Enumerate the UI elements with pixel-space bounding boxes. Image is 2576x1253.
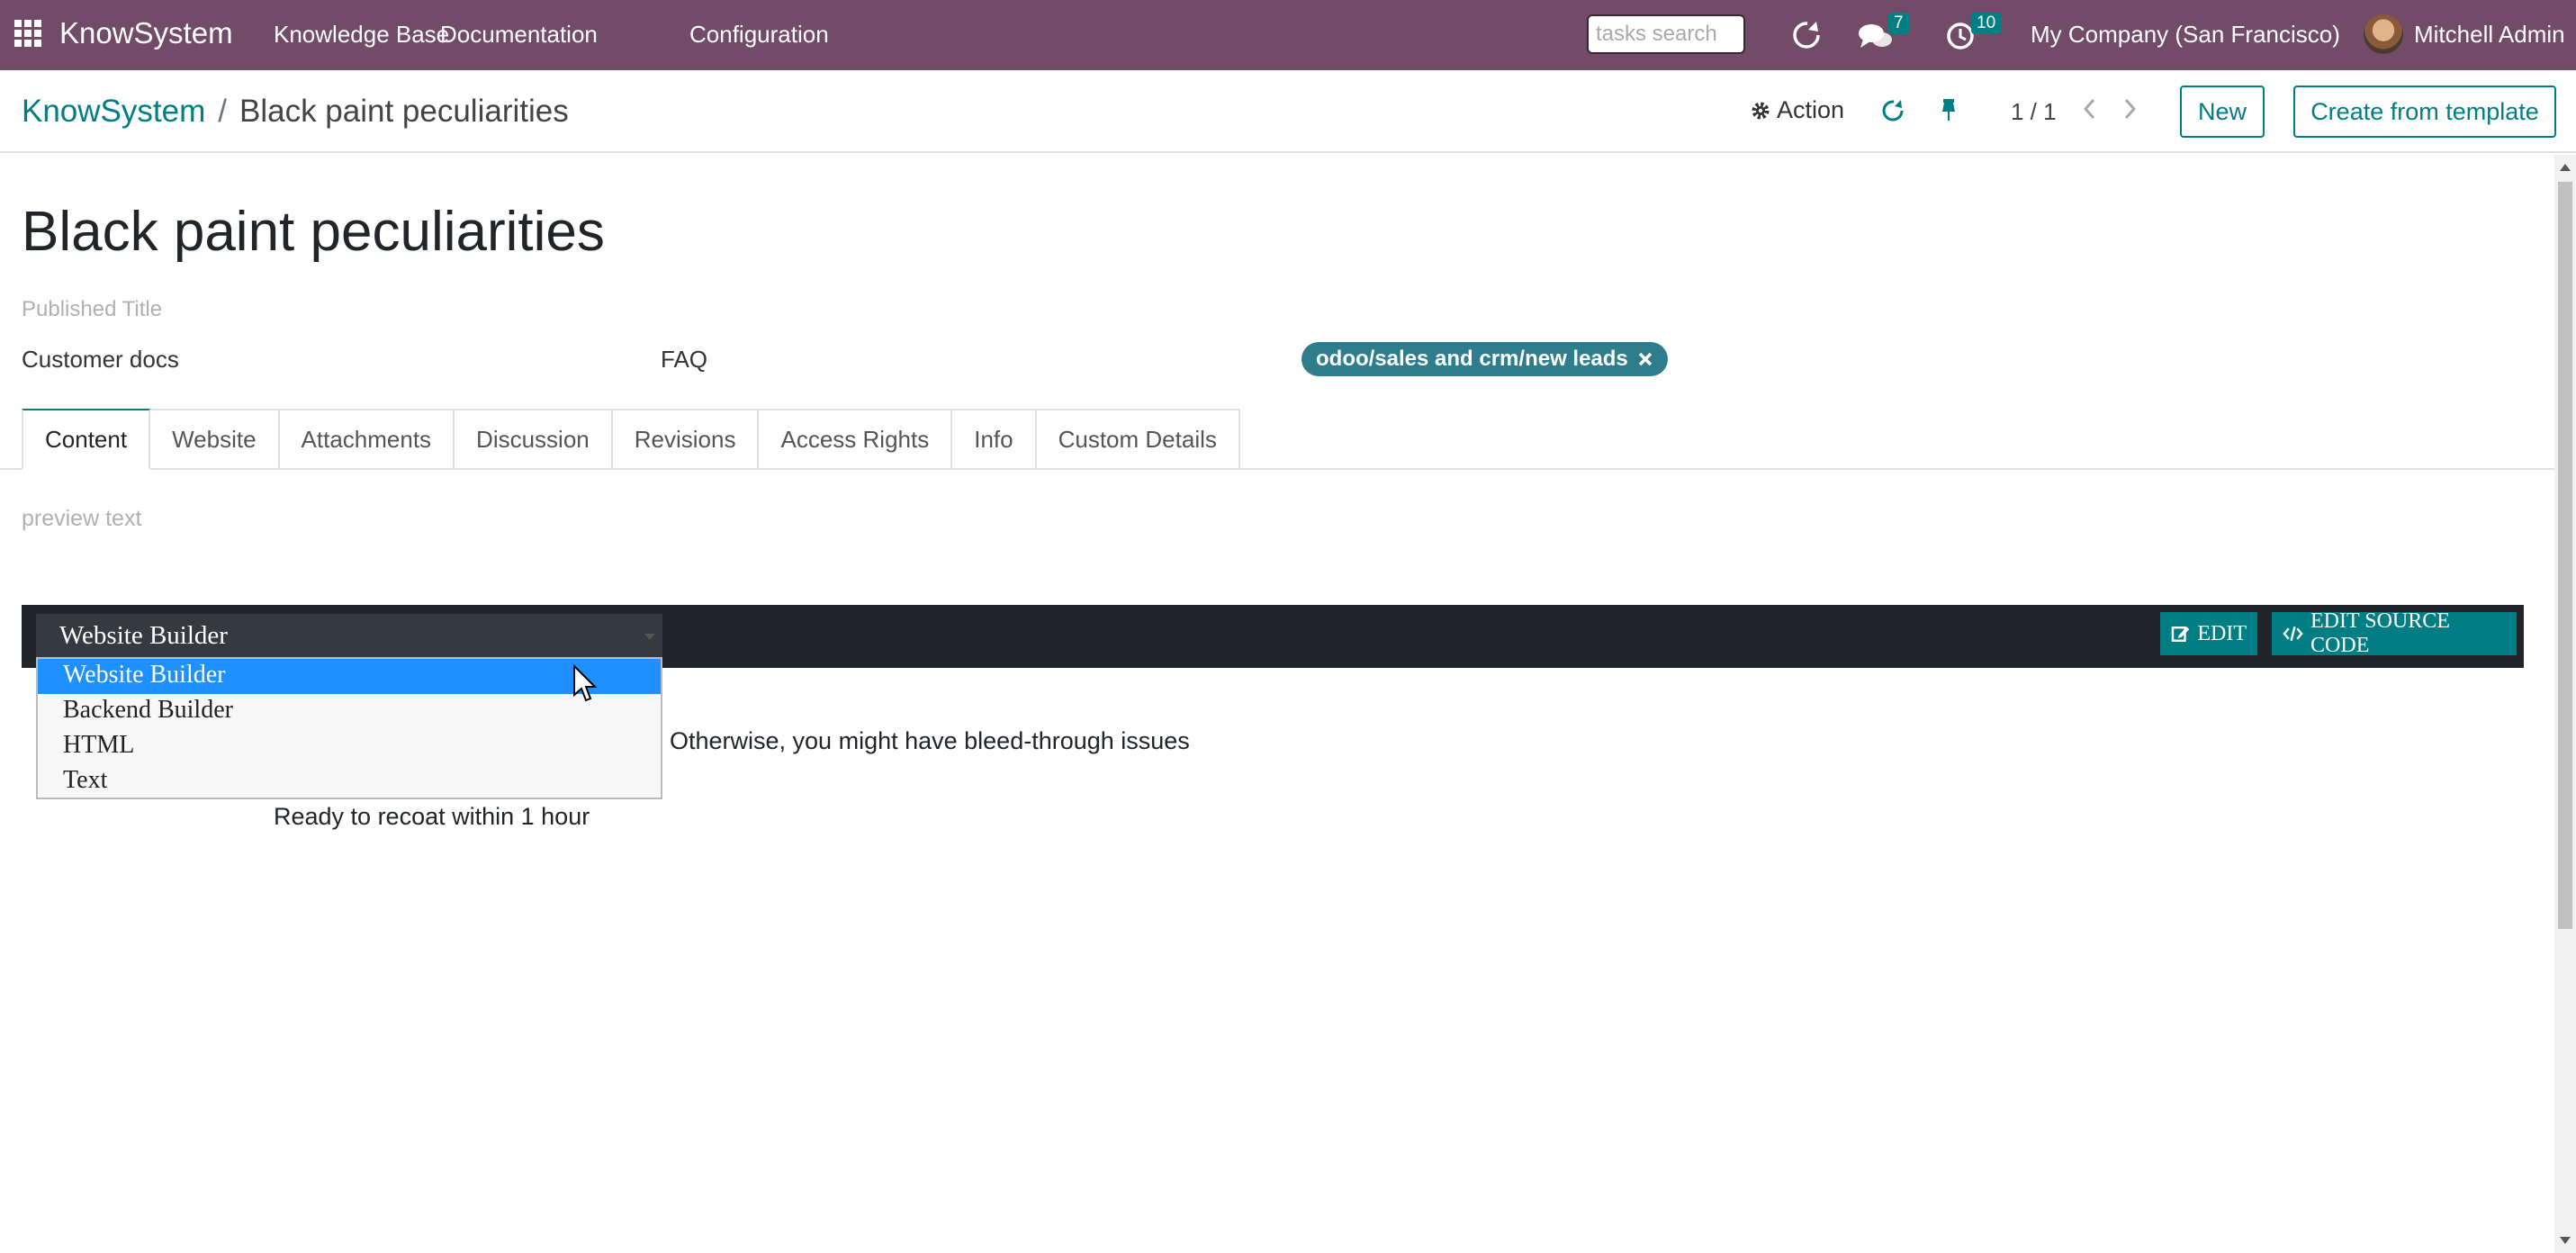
top-navbar: KnowSystem Knowledge Base Documentation …	[0, 0, 2576, 70]
breadcrumb: KnowSystem / Black paint peculiarities	[22, 94, 569, 130]
edit-source-label: EDIT SOURCE CODE	[2310, 609, 2450, 657]
user-avatar[interactable]	[2364, 14, 2403, 54]
activities-badge: 10	[1971, 13, 2002, 34]
content-text-line: Otherwise, you might have bleed-through …	[670, 727, 1190, 754]
scroll-up-icon[interactable]	[2560, 164, 2571, 171]
tab-attachments[interactable]: Attachments	[279, 409, 455, 470]
action-button[interactable]: Action	[1750, 96, 1844, 124]
refresh-sync-icon[interactable]	[1789, 18, 1824, 52]
scroll-down-icon[interactable]	[2560, 1237, 2571, 1244]
scroll-thumb[interactable]	[2558, 182, 2572, 929]
company-switcher[interactable]: My Company (San Francisco)	[2031, 21, 2340, 49]
tab-custom-details[interactable]: Custom Details	[1036, 409, 1240, 470]
chevron-down-icon	[644, 634, 655, 640]
control-panel: KnowSystem / Black paint peculiarities Act…	[0, 70, 2576, 153]
edit-pencil-icon	[2171, 626, 2190, 642]
apps-grid-icon[interactable]	[14, 20, 41, 47]
breadcrumb-separator: /	[218, 94, 227, 129]
option-text[interactable]: Text	[38, 764, 661, 799]
menu-configuration[interactable]: Configuration	[689, 21, 829, 49]
edit-source-code-button[interactable]: EDIT SOURCE CODE	[2272, 609, 2517, 657]
tab-website[interactable]: Website	[150, 409, 280, 470]
page-scrollbar[interactable]	[2554, 155, 2576, 1253]
close-icon[interactable]	[1637, 351, 1653, 367]
menu-knowledge-base[interactable]: Knowledge Base	[274, 21, 449, 49]
editor-mode-dropdown: Website Builder Backend Builder HTML Tex…	[36, 657, 662, 799]
edit-label: EDIT	[2197, 621, 2247, 645]
pin-icon[interactable]	[1937, 97, 1960, 124]
chevron-left-icon[interactable]	[2081, 95, 2099, 122]
option-website-builder[interactable]: Website Builder	[38, 659, 661, 694]
option-backend-builder[interactable]: Backend Builder	[38, 694, 661, 729]
sync-icon[interactable]	[1879, 97, 1906, 124]
section-field[interactable]: Customer docs	[22, 346, 179, 374]
form-tabs: Content Website Attachments Discussion R…	[22, 409, 1240, 470]
tab-discussion[interactable]: Discussion	[455, 409, 613, 470]
mouse-cursor-icon	[573, 664, 598, 702]
new-button[interactable]: New	[2180, 86, 2265, 138]
published-title-field[interactable]: Published Title	[22, 297, 162, 322]
menu-documentation[interactable]: Documentation	[440, 21, 598, 49]
breadcrumb-current: Black paint peculiarities	[239, 94, 569, 129]
editor-mode-select[interactable]: Website Builder	[36, 614, 662, 659]
chevron-right-icon[interactable]	[2121, 95, 2139, 122]
breadcrumb-root[interactable]: KnowSystem	[22, 94, 205, 129]
edit-button[interactable]: EDIT	[2160, 612, 2257, 655]
tab-access-rights[interactable]: Access Rights	[759, 409, 953, 470]
user-menu[interactable]: Mitchell Admin	[2414, 21, 2565, 49]
tag-label: odoo/sales and crm/new leads	[1316, 347, 1628, 371]
tasks-search-input[interactable]	[1587, 14, 1745, 54]
code-icon	[2283, 626, 2303, 641]
tab-revisions[interactable]: Revisions	[612, 409, 760, 470]
type-field[interactable]: FAQ	[661, 346, 707, 374]
tab-content[interactable]: Content	[22, 409, 151, 470]
pager-value[interactable]: 1 / 1	[2011, 98, 2057, 126]
tag-badge: odoo/sales and crm/new leads	[1302, 342, 1668, 376]
create-from-template-button[interactable]: Create from template	[2293, 86, 2556, 138]
preview-text-field[interactable]: preview text	[22, 506, 141, 532]
app-brand[interactable]: KnowSystem	[59, 16, 233, 50]
record-title[interactable]: Black paint peculiarities	[22, 200, 605, 264]
action-label: Action	[1777, 96, 1845, 123]
editor-mode-value: Website Builder	[59, 621, 228, 650]
gear-icon	[1752, 102, 1770, 119]
option-html[interactable]: HTML	[38, 729, 661, 764]
messages-badge: 7	[1888, 13, 1909, 34]
content-text-line: Ready to recoat within 1 hour	[274, 803, 590, 830]
tab-info[interactable]: Info	[952, 409, 1037, 470]
